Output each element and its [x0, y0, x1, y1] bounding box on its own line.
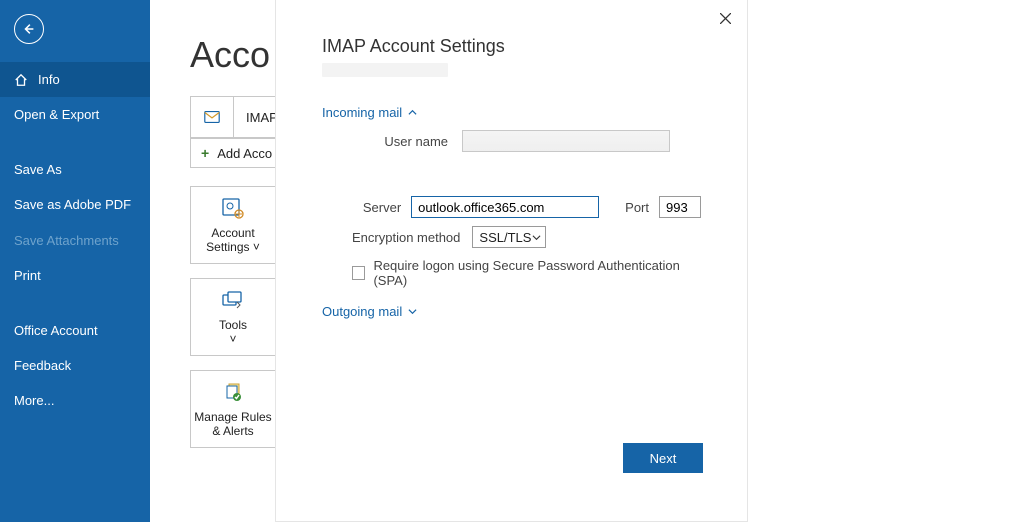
spa-checkbox[interactable]	[352, 266, 365, 280]
sidebar-item-label: Save Attachments	[14, 233, 119, 248]
backstage-sidebar: Info Open & Export Save As Save as Adobe…	[0, 0, 150, 522]
sidebar-item-label: More...	[14, 393, 54, 408]
tile-label: Manage Rules & Alerts	[191, 410, 275, 438]
sidebar-item-feedback[interactable]: Feedback	[0, 348, 150, 383]
add-account-label: Add Acco	[217, 146, 272, 161]
sidebar-item-label: Info	[38, 72, 60, 87]
sidebar-item-label: Print	[14, 268, 41, 283]
outgoing-mail-toggle[interactable]: Outgoing mail	[322, 304, 701, 319]
sidebar-item-save-as[interactable]: Save As	[0, 152, 150, 187]
port-label: Port	[625, 200, 649, 215]
tile-tools[interactable]: Tools ˅	[190, 278, 276, 356]
sidebar-item-info[interactable]: Info	[0, 62, 150, 97]
chevron-up-icon	[408, 108, 417, 117]
encryption-value: SSL/TLS	[479, 230, 531, 245]
rules-icon	[220, 380, 246, 406]
encryption-label: Encryption method	[352, 230, 460, 245]
dialog-title: IMAP Account Settings	[322, 36, 701, 57]
next-button[interactable]: Next	[623, 443, 703, 473]
sidebar-item-label: Save as Adobe PDF	[14, 197, 131, 213]
tile-label: Account Settings ˅	[191, 226, 275, 254]
tile-manage-rules[interactable]: Manage Rules & Alerts	[190, 370, 276, 448]
imap-settings-dialog: IMAP Account Settings Incoming mail User…	[275, 0, 748, 522]
caret-down-icon	[532, 233, 541, 242]
back-button[interactable]	[14, 14, 44, 44]
tile-label: Tools ˅	[219, 318, 247, 346]
account-icon	[203, 108, 221, 126]
sidebar-item-open-export[interactable]: Open & Export	[0, 97, 150, 132]
tools-icon	[220, 288, 246, 314]
server-input[interactable]	[411, 196, 599, 218]
sidebar-item-label: Feedback	[14, 358, 71, 373]
spa-label: Require logon using Secure Password Auth…	[373, 258, 701, 288]
section-label: Outgoing mail	[322, 304, 402, 319]
username-input[interactable]	[462, 130, 670, 152]
next-label: Next	[650, 451, 677, 466]
dialog-account-email	[322, 63, 448, 77]
sidebar-item-print[interactable]: Print	[0, 258, 150, 293]
sidebar-item-save-attachments: Save Attachments	[0, 223, 150, 258]
username-label: User name	[352, 134, 448, 149]
sidebar-item-office-account[interactable]: Office Account	[0, 313, 150, 348]
server-label: Server	[352, 200, 401, 215]
account-settings-icon	[220, 196, 246, 222]
chevron-down-icon	[408, 307, 417, 316]
incoming-mail-toggle[interactable]: Incoming mail	[322, 105, 701, 120]
sidebar-item-label: Save As	[14, 162, 62, 177]
sidebar-item-more[interactable]: More...	[0, 383, 150, 418]
sidebar-item-save-adobe-pdf[interactable]: Save as Adobe PDF	[0, 187, 150, 223]
home-icon	[14, 73, 28, 87]
sidebar-item-label: Open & Export	[14, 107, 99, 122]
encryption-select[interactable]: SSL/TLS	[472, 226, 546, 248]
section-label: Incoming mail	[322, 105, 402, 120]
port-input[interactable]	[659, 196, 701, 218]
plus-icon: +	[201, 145, 209, 161]
dialog-close-button[interactable]	[713, 6, 737, 30]
tile-account-settings[interactable]: Account Settings ˅	[190, 186, 276, 264]
sidebar-item-label: Office Account	[14, 323, 98, 338]
